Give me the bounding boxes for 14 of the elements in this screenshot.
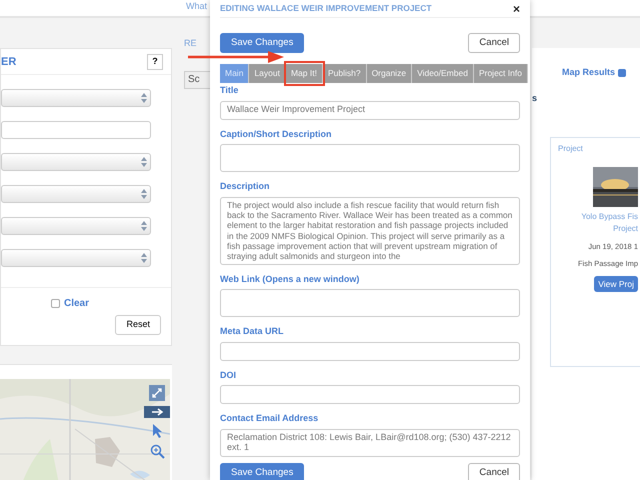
section-heading: RE — [184, 37, 197, 50]
checkbox-label: Clear — [64, 297, 89, 311]
field-label: Title — [220, 84, 240, 97]
field-label: Meta Data URL — [220, 325, 285, 338]
tab-label: s — [532, 92, 538, 104]
field-label: Contact Email Address — [220, 412, 320, 426]
map-results-label: Map Results — [562, 66, 616, 79]
field-label: Caption/Short Description — [220, 128, 333, 141]
panel-title: ER — [1, 54, 16, 70]
card-label: Project — [558, 143, 583, 155]
field-label: DOI — [220, 368, 238, 382]
field-label: Web Link (Opens a new window) — [220, 272, 360, 286]
modal-title: EDITING WALLACE WEIR IMPROVEMENT PROJECT — [220, 2, 432, 15]
field-label: Description — [220, 180, 271, 193]
